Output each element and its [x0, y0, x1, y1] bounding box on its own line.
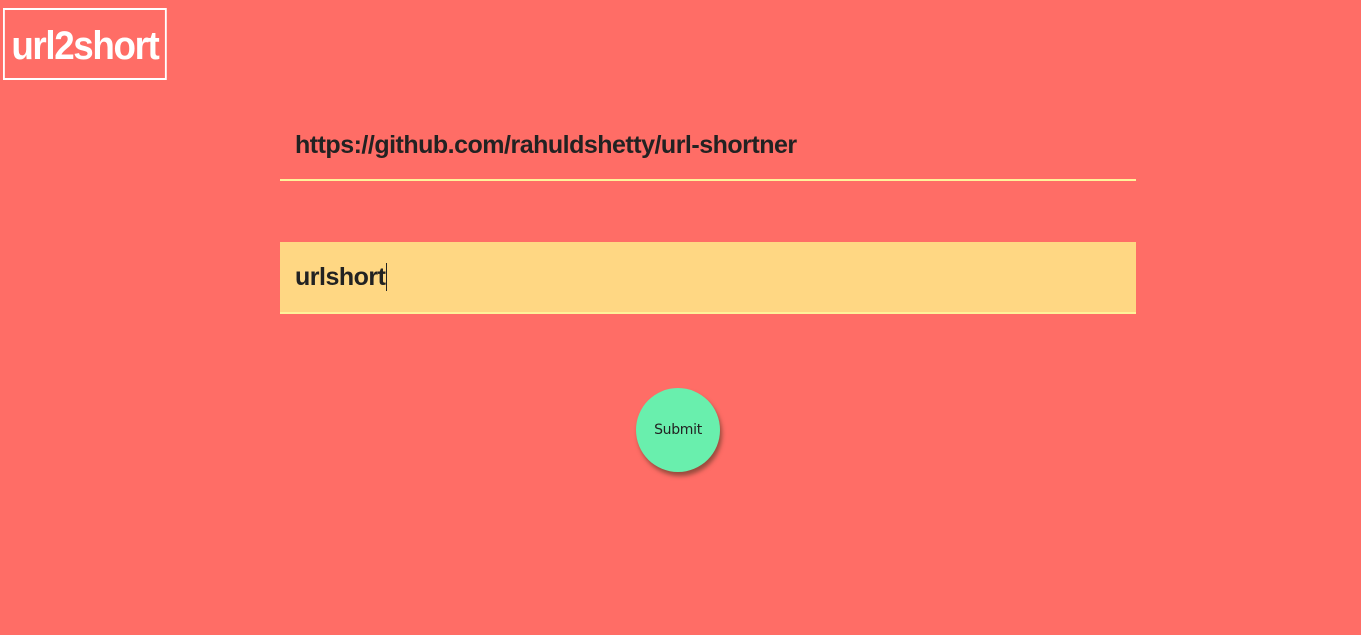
- text-caret: [386, 263, 388, 291]
- submit-button[interactable]: Submit: [636, 388, 720, 472]
- alias-input[interactable]: urlshort: [280, 242, 1136, 314]
- url-input-value: https://github.com/rahuldshetty/url-shor…: [295, 130, 797, 159]
- url-input[interactable]: https://github.com/rahuldshetty/url-shor…: [280, 111, 1136, 181]
- alias-input-value: urlshort: [295, 262, 386, 291]
- app-logo[interactable]: url2short: [3, 8, 167, 80]
